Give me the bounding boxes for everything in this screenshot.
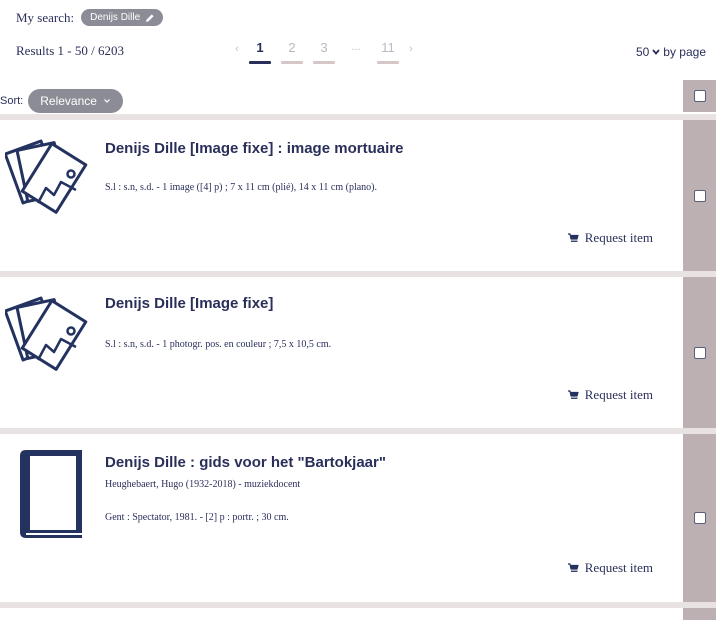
request-item-button[interactable]: Request item xyxy=(567,230,653,246)
cart-icon xyxy=(567,233,579,242)
record-select-panel xyxy=(683,277,716,428)
record-select-panel xyxy=(683,608,716,620)
book-icon xyxy=(20,450,82,538)
results-count: Results 1 - 50 / 6203 xyxy=(16,43,124,58)
record-select-panel xyxy=(683,120,716,271)
my-search: My search: Denijs Dille xyxy=(16,9,164,26)
search-chip-text: Denijs Dille xyxy=(90,12,141,23)
page-number: 11 xyxy=(381,40,395,55)
page-link-2[interactable]: 2 xyxy=(281,40,303,64)
cart-icon xyxy=(567,390,579,399)
per-page-value: 50 xyxy=(635,45,650,59)
page-underline xyxy=(249,61,271,64)
record-title[interactable]: Denijs Dille [Image fixe] : image mortua… xyxy=(105,140,403,157)
record-checkbox[interactable] xyxy=(693,189,706,202)
record-select-panel xyxy=(683,434,716,602)
pagination-next-icon[interactable]: › xyxy=(404,40,418,55)
pagination-prev-icon[interactable]: ‹ xyxy=(230,40,244,55)
my-search-label: My search: xyxy=(16,9,75,25)
request-item-button[interactable]: Request item xyxy=(567,560,653,576)
per-page-selector[interactable]: 50 by page xyxy=(636,45,706,59)
page-underline xyxy=(377,61,399,64)
pagination: ‹ 1 2 3 ... 11 › xyxy=(230,40,418,64)
page-number: 2 xyxy=(288,40,296,55)
page-number: 1 xyxy=(256,40,264,55)
result-record xyxy=(0,608,716,620)
per-page-label: by page xyxy=(663,45,706,59)
sort-dropdown[interactable]: Relevance xyxy=(28,89,123,113)
cart-icon xyxy=(567,563,579,572)
page-link-3[interactable]: 3 xyxy=(313,40,335,64)
result-record: Denijs Dille [Image fixe] : image mortua… xyxy=(0,120,716,271)
result-record: Denijs Dille [Image fixe] S.l : s.n, s.d… xyxy=(0,277,716,428)
page-number: 3 xyxy=(320,40,328,55)
page-underline xyxy=(281,61,303,64)
results-header: My search: Denijs Dille Results 1 - 50 /… xyxy=(0,0,716,120)
sort-label: Sort: xyxy=(0,95,24,107)
page-link-1[interactable]: 1 xyxy=(249,40,271,64)
select-all-checkbox[interactable] xyxy=(693,90,706,102)
image-stack-icon xyxy=(5,296,88,371)
record-checkbox[interactable] xyxy=(693,346,706,359)
request-item-label: Request item xyxy=(584,560,653,575)
chevron-down-icon xyxy=(652,49,660,55)
request-item-button[interactable]: Request item xyxy=(567,387,653,403)
pagination-ellipsis: ... xyxy=(351,41,361,53)
record-checkbox[interactable] xyxy=(693,512,706,524)
record-description: S.l : s.n, s.d. - 1 photogr. pos. en cou… xyxy=(105,339,332,350)
page-link-last[interactable]: 11 xyxy=(377,40,399,64)
record-title[interactable]: Denijs Dille : gids voor het "Bartokjaar… xyxy=(105,454,386,471)
record-title[interactable]: Denijs Dille [Image fixe] xyxy=(105,295,273,312)
select-all-panel xyxy=(683,80,716,112)
sort-control: Sort: Relevance xyxy=(0,89,123,113)
record-description: S.l : s.n, s.d. - 1 image ([4] p) ; 7 x … xyxy=(105,182,377,193)
page-underline xyxy=(313,61,335,64)
result-record: Denijs Dille : gids voor het "Bartokjaar… xyxy=(0,434,716,602)
record-description: Gent : Spectator, 1981. - [2] p : portr.… xyxy=(105,512,289,523)
chevron-down-icon xyxy=(104,99,110,103)
image-stack-icon xyxy=(5,139,88,214)
search-chip[interactable]: Denijs Dille xyxy=(81,9,164,26)
request-item-label: Request item xyxy=(584,387,653,402)
pencil-icon[interactable] xyxy=(145,13,155,23)
request-item-label: Request item xyxy=(584,230,653,245)
record-author[interactable]: Heughebaert, Hugo (1932-2018) - muziekdo… xyxy=(105,479,300,490)
sort-value: Relevance xyxy=(40,94,97,108)
